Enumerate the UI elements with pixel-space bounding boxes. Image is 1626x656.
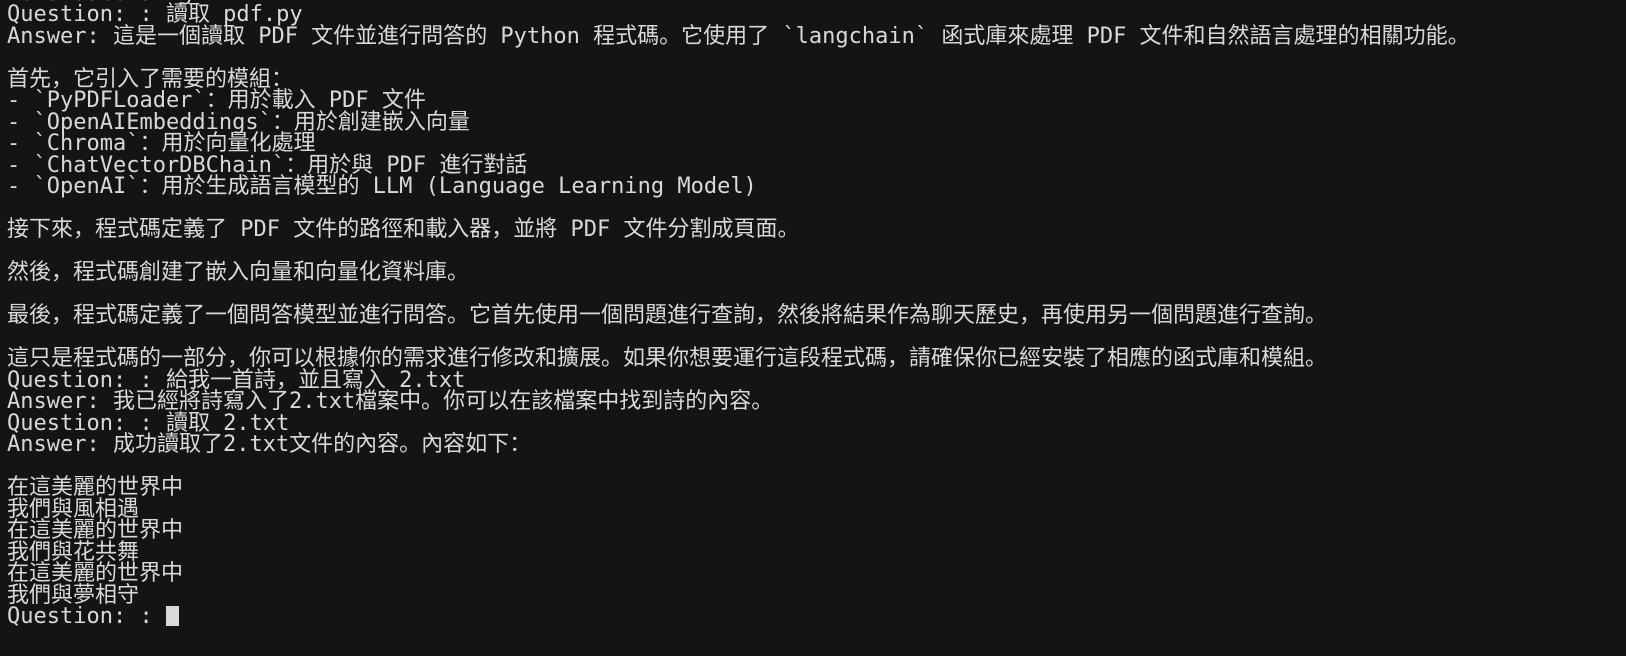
terminal-line: Question: : 給我一首詩，並且寫入 2.txt — [7, 367, 466, 393]
terminal-line: Question: : 讀取 pdf.py — [7, 2, 303, 27]
terminal-line: Answer: 成功讀取了2.txt文件的內容。內容如下： — [7, 432, 532, 457]
terminal-line: 在這美麗的世界中 — [7, 561, 184, 586]
terminal-line: 我們與夢相守 — [7, 582, 140, 608]
terminal-prompt-line[interactable]: Question: : — [7, 606, 1626, 628]
terminal-line: 在這美麗的世界中 — [7, 475, 184, 500]
terminal-line: Question: : 讀取 2.txt — [7, 410, 290, 436]
terminal-line: Answer: 我已經將詩寫入了2.txt檔案中。你可以在該檔案中找到詩的內容。 — [7, 389, 774, 414]
terminal-line: 在這美麗的世界中 — [7, 518, 184, 543]
terminal-line: 這只是程式碼的一部分，你可以根據你的需求進行修改和擴展。如果你想要運行這段程式碼… — [7, 346, 1328, 371]
terminal-line: - `OpenAI`：用於生成語言模型的 LLM (Language Learn… — [7, 174, 757, 199]
terminal-line: - `Chroma`：用於向量化處理 — [7, 131, 316, 156]
terminal-line: 然後，程式碼創建了嵌入向量和向量化資料庫。 — [7, 260, 470, 285]
terminal-line-text: rows_ascending... — [7, 0, 232, 4]
terminal-line: - `OpenAIEmbeddings`：用於創建嵌入向量 — [7, 109, 470, 135]
terminal-line: 我們與花共舞 — [7, 539, 140, 565]
terminal-window[interactable]: rows_ascending...Question: : 讀取 pdf.pyAn… — [0, 0, 1626, 656]
terminal-line: 最後，程式碼定義了一個問答模型並進行問答。它首先使用一個問題進行查詢，然後將結果… — [7, 303, 1328, 328]
terminal-line: 接下來，程式碼定義了 PDF 文件的路徑和載入器，並將 PDF 文件分割成頁面。 — [7, 217, 800, 242]
terminal-line: - `ChatVectorDBChain`：用於與 PDF 進行對話 — [7, 152, 528, 178]
terminal-line: - `PyPDFLoader`：用於載入 PDF 文件 — [7, 88, 426, 113]
terminal-line: Answer: 這是一個讀取 PDF 文件並進行問答的 Python 程式碼。它… — [7, 23, 1470, 49]
prompt-label: Question: : — [7, 604, 166, 629]
terminal-line: 我們與風相遇 — [7, 496, 140, 522]
terminal-line: 首先，它引入了需要的模組： — [7, 66, 294, 92]
text-cursor[interactable] — [165, 606, 179, 626]
